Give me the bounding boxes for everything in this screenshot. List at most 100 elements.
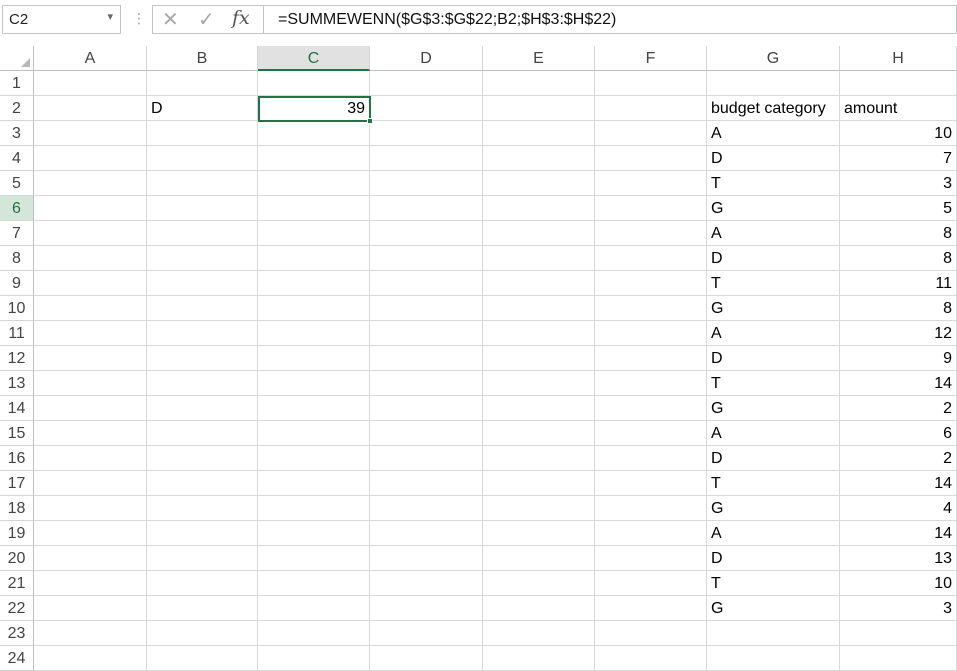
cell-g1[interactable] — [707, 71, 840, 96]
cell-g14[interactable]: G — [707, 396, 840, 421]
cell-g22[interactable]: G — [707, 596, 840, 621]
cell-e14[interactable] — [483, 396, 595, 421]
cell-g15[interactable]: A — [707, 421, 840, 446]
cell-f1[interactable] — [595, 71, 707, 96]
more-options-icon[interactable]: ⋮ — [132, 10, 146, 27]
cell-e16[interactable] — [483, 446, 595, 471]
cell-g16[interactable]: D — [707, 446, 840, 471]
cell-a20[interactable] — [34, 546, 147, 571]
insert-function-icon[interactable]: fx — [232, 7, 250, 29]
select-all-button[interactable] — [0, 46, 34, 71]
cell-e10[interactable] — [483, 296, 595, 321]
cell-h1[interactable] — [840, 71, 957, 96]
row-header-23[interactable]: 23 — [0, 621, 34, 646]
cell-b19[interactable] — [147, 521, 258, 546]
cell-h16[interactable]: 2 — [840, 446, 957, 471]
row-header-10[interactable]: 10 — [0, 296, 34, 321]
cell-b4[interactable] — [147, 146, 258, 171]
cell-a9[interactable] — [34, 271, 147, 296]
cell-b23[interactable] — [147, 621, 258, 646]
cell-c23[interactable] — [258, 621, 370, 646]
cell-e9[interactable] — [483, 271, 595, 296]
cell-b20[interactable] — [147, 546, 258, 571]
cell-f12[interactable] — [595, 346, 707, 371]
cell-e15[interactable] — [483, 421, 595, 446]
cell-g21[interactable]: T — [707, 571, 840, 596]
cell-h9[interactable]: 11 — [840, 271, 957, 296]
cell-d5[interactable] — [370, 171, 483, 196]
cell-b1[interactable] — [147, 71, 258, 96]
cell-d11[interactable] — [370, 321, 483, 346]
cell-e3[interactable] — [483, 121, 595, 146]
cell-b24[interactable] — [147, 646, 258, 671]
cell-d18[interactable] — [370, 496, 483, 521]
row-header-21[interactable]: 21 — [0, 571, 34, 596]
cell-h17[interactable]: 14 — [840, 471, 957, 496]
cell-b14[interactable] — [147, 396, 258, 421]
cell-a17[interactable] — [34, 471, 147, 496]
cell-f7[interactable] — [595, 221, 707, 246]
cell-a3[interactable] — [34, 121, 147, 146]
cell-c9[interactable] — [258, 271, 370, 296]
cell-e6[interactable] — [483, 196, 595, 221]
cell-f16[interactable] — [595, 446, 707, 471]
cell-d13[interactable] — [370, 371, 483, 396]
row-header-17[interactable]: 17 — [0, 471, 34, 496]
cell-d15[interactable] — [370, 421, 483, 446]
cell-c5[interactable] — [258, 171, 370, 196]
row-header-22[interactable]: 22 — [0, 596, 34, 621]
cell-f5[interactable] — [595, 171, 707, 196]
cell-a14[interactable] — [34, 396, 147, 421]
cell-d2[interactable] — [370, 96, 483, 121]
cell-g17[interactable]: T — [707, 471, 840, 496]
cell-h2[interactable]: amount — [840, 96, 957, 121]
cell-f18[interactable] — [595, 496, 707, 521]
cell-e18[interactable] — [483, 496, 595, 521]
cell-e11[interactable] — [483, 321, 595, 346]
formula-input[interactable]: =SUMMEWENN($G$3:$G$22;B2;$H$3:$H$22) — [263, 5, 957, 34]
cell-a4[interactable] — [34, 146, 147, 171]
cell-b16[interactable] — [147, 446, 258, 471]
row-header-20[interactable]: 20 — [0, 546, 34, 571]
cell-g7[interactable]: A — [707, 221, 840, 246]
chevron-down-icon[interactable]: ▾ — [107, 10, 113, 23]
cell-e2[interactable] — [483, 96, 595, 121]
cell-c16[interactable] — [258, 446, 370, 471]
cell-e17[interactable] — [483, 471, 595, 496]
cell-d7[interactable] — [370, 221, 483, 246]
cell-d9[interactable] — [370, 271, 483, 296]
cell-b21[interactable] — [147, 571, 258, 596]
cell-g20[interactable]: D — [707, 546, 840, 571]
cell-c7[interactable] — [258, 221, 370, 246]
row-header-5[interactable]: 5 — [0, 171, 34, 196]
cell-e1[interactable] — [483, 71, 595, 96]
cell-e13[interactable] — [483, 371, 595, 396]
cell-b22[interactable] — [147, 596, 258, 621]
cell-f13[interactable] — [595, 371, 707, 396]
cell-e12[interactable] — [483, 346, 595, 371]
cell-h20[interactable]: 13 — [840, 546, 957, 571]
row-header-9[interactable]: 9 — [0, 271, 34, 296]
cell-c18[interactable] — [258, 496, 370, 521]
cell-a10[interactable] — [34, 296, 147, 321]
cell-f22[interactable] — [595, 596, 707, 621]
cell-a7[interactable] — [34, 221, 147, 246]
cell-b3[interactable] — [147, 121, 258, 146]
row-header-24[interactable]: 24 — [0, 646, 34, 671]
row-header-4[interactable]: 4 — [0, 146, 34, 171]
cell-f6[interactable] — [595, 196, 707, 221]
row-header-3[interactable]: 3 — [0, 121, 34, 146]
cell-a22[interactable] — [34, 596, 147, 621]
cell-h23[interactable] — [840, 621, 957, 646]
cell-c17[interactable] — [258, 471, 370, 496]
cell-f3[interactable] — [595, 121, 707, 146]
cell-e23[interactable] — [483, 621, 595, 646]
column-header-a[interactable]: A — [34, 46, 147, 71]
cell-h10[interactable]: 8 — [840, 296, 957, 321]
cell-a12[interactable] — [34, 346, 147, 371]
cell-c22[interactable] — [258, 596, 370, 621]
cell-g9[interactable]: T — [707, 271, 840, 296]
row-header-1[interactable]: 1 — [0, 71, 34, 96]
row-header-19[interactable]: 19 — [0, 521, 34, 546]
cell-d17[interactable] — [370, 471, 483, 496]
